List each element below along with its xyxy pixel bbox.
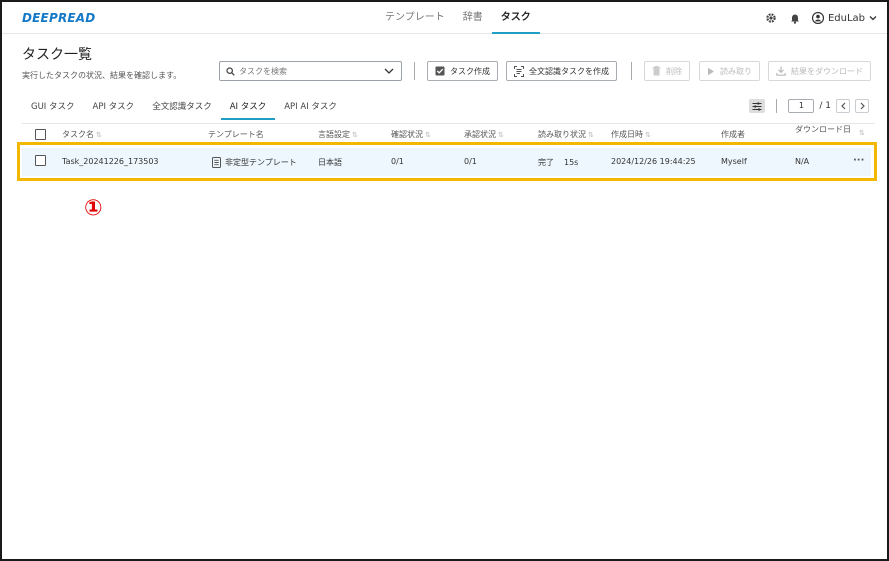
column-label: 承認状況 <box>464 130 496 139</box>
chevron-down-icon <box>384 68 394 74</box>
gear-icon[interactable] <box>764 11 778 25</box>
user-name: EduLab <box>827 12 865 24</box>
column-label: タスク名 <box>62 130 94 139</box>
play-icon <box>708 67 714 75</box>
nav-tabs: テンプレート 辞書 タスク <box>376 2 540 34</box>
annotation-number: ① <box>84 196 103 221</box>
tab-api-task[interactable]: API タスク <box>84 98 144 120</box>
nav-tab-template[interactable]: テンプレート <box>376 2 454 34</box>
user-menu[interactable]: EduLab <box>811 12 877 24</box>
delete-label: 削除 <box>666 66 682 76</box>
toolbar-divider <box>631 62 632 80</box>
chevron-down-icon <box>869 16 877 21</box>
bell-icon[interactable] <box>788 11 802 25</box>
search-placeholder: タスクを検索 <box>239 66 287 76</box>
sliders-icon <box>752 101 762 111</box>
top-nav: DEEPREAD テンプレート 辞書 タスク EduLab <box>2 2 887 34</box>
column-header-approve[interactable]: 承認状況 ⇅ <box>464 129 504 140</box>
tab-ai-task[interactable]: AI タスク <box>220 98 276 120</box>
page-title: タスク一覧 <box>22 47 92 63</box>
checkbox-icon <box>435 66 445 76</box>
tab-gui-task[interactable]: GUI タスク <box>22 98 84 120</box>
app-logo: DEEPREAD <box>22 11 96 25</box>
column-settings-button[interactable] <box>749 99 766 113</box>
column-header-task-name[interactable]: タスク名 ⇅ <box>62 129 102 140</box>
column-header-read-status[interactable]: 読み取り状況 ⇅ <box>538 129 594 140</box>
document-scan-icon <box>514 65 524 77</box>
download-results-button[interactable]: 結果をダウンロード <box>768 61 871 81</box>
create-fulltext-task-button[interactable]: 全文認識タスクを作成 <box>506 61 617 81</box>
column-label: 作成日時 <box>611 130 643 139</box>
column-header-downloaded[interactable]: ダウンロード日時 <box>795 124 857 136</box>
search-icon <box>226 66 235 76</box>
column-label: 言語設定 <box>318 130 350 139</box>
column-label: 作成者 <box>721 130 745 139</box>
nav-right: EduLab <box>764 2 877 34</box>
highlight-box <box>17 142 877 181</box>
next-page-button[interactable] <box>855 99 869 113</box>
prev-page-button[interactable] <box>836 99 850 113</box>
column-header-created[interactable]: 作成日時 ⇅ <box>611 129 651 140</box>
sort-icon: ⇅ <box>96 130 102 139</box>
page-subtitle: 実行したタスクの状況、結果を確認します。 <box>22 71 182 80</box>
column-header-template: テンプレート名 <box>208 129 264 140</box>
create-fulltext-task-label: 全文認識タスクを作成 <box>529 66 609 76</box>
delete-button[interactable]: 削除 <box>644 61 690 81</box>
page-number-input[interactable]: 1 <box>788 99 815 113</box>
tab-fulltext-task[interactable]: 全文認識タスク <box>143 98 221 120</box>
column-header-language[interactable]: 言語設定 ⇅ <box>318 129 358 140</box>
sort-icon: ⇅ <box>352 130 358 139</box>
sort-icon: ⇅ <box>425 130 431 139</box>
toolbar-divider <box>414 62 415 80</box>
pagination: 1 / 1 <box>749 99 869 113</box>
sort-icon: ⇅ <box>645 130 651 139</box>
tab-api-ai-task[interactable]: API AI タスク <box>275 98 346 120</box>
sort-icon: ⇅ <box>498 130 504 139</box>
task-type-tabs: GUI タスク API タスク 全文認識タスク AI タスク API AI タス… <box>22 98 346 120</box>
column-label: 確認状況 <box>391 130 423 139</box>
download-icon <box>776 66 786 76</box>
page-total: / 1 <box>819 101 831 111</box>
column-label: 読み取り状況 <box>538 130 586 139</box>
sort-icon: ⇅ <box>588 130 594 139</box>
user-icon <box>811 12 824 24</box>
read-button[interactable]: 読み取り <box>699 61 760 81</box>
nav-tab-dictionary[interactable]: 辞書 <box>454 2 492 34</box>
pager-divider <box>776 99 778 113</box>
read-label: 読み取り <box>720 66 752 76</box>
column-label: テンプレート名 <box>208 130 264 139</box>
nav-tab-task[interactable]: タスク <box>491 2 540 34</box>
select-all-checkbox[interactable] <box>35 129 46 140</box>
create-task-button[interactable]: タスク作成 <box>427 61 498 81</box>
chevron-left-icon <box>840 102 845 110</box>
trash-icon <box>652 66 661 76</box>
column-header-creator: 作成者 <box>721 129 745 140</box>
create-task-label: タスク作成 <box>450 66 490 76</box>
column-header-confirm[interactable]: 確認状況 ⇅ <box>391 129 431 140</box>
download-results-label: 結果をダウンロード <box>791 66 863 76</box>
sort-icon[interactable]: ⇅ <box>859 129 865 137</box>
search-input[interactable]: タスクを検索 <box>219 61 402 81</box>
chevron-right-icon <box>860 102 865 110</box>
app-window: DEEPREAD テンプレート 辞書 タスク EduLab タスク一覧 実行した… <box>0 0 889 561</box>
